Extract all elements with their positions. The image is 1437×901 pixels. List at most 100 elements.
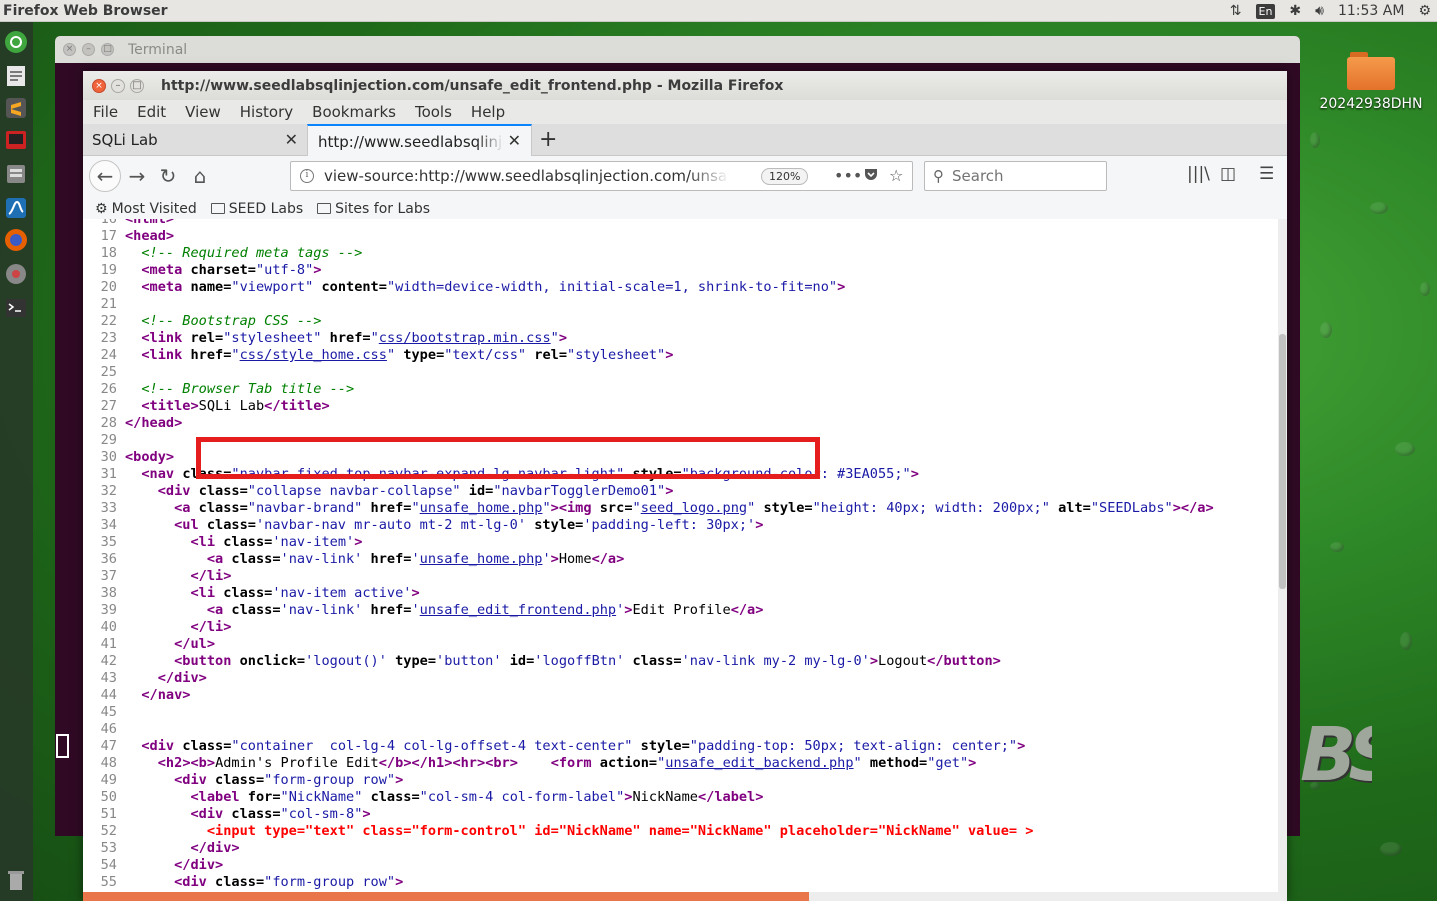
files-icon[interactable] xyxy=(4,162,28,186)
source-line: 16 <html> xyxy=(83,219,174,228)
terminal-icon[interactable] xyxy=(4,296,28,320)
menu-edit[interactable]: Edit xyxy=(137,103,176,121)
line-number: 52 xyxy=(100,823,117,839)
new-tab-icon[interactable]: + xyxy=(539,127,557,152)
zoom-level-badge[interactable]: 120% xyxy=(761,168,809,185)
maximize-icon[interactable]: □ xyxy=(130,78,144,93)
line-code: <input type="text" class="form-control" … xyxy=(125,823,1034,839)
close-icon[interactable]: × xyxy=(92,78,106,93)
menu-bookmarks[interactable]: Bookmarks xyxy=(312,103,406,121)
hamburger-menu-icon[interactable]: ☰ xyxy=(1259,164,1274,184)
info-icon[interactable]: i xyxy=(300,169,314,183)
launcher xyxy=(0,22,33,901)
close-tab-icon[interactable]: ✕ xyxy=(285,130,298,149)
text-editor-icon[interactable] xyxy=(4,64,28,88)
line-number: 49 xyxy=(100,772,117,788)
back-icon[interactable]: ← xyxy=(89,160,121,192)
page-actions-icon[interactable]: ••• xyxy=(834,166,862,185)
bookmark-seed-labs[interactable]: SEED Labs xyxy=(210,200,304,217)
menu-view[interactable]: View xyxy=(185,103,231,121)
line-number: 38 xyxy=(100,585,117,601)
desktop-folder[interactable]: 20242938DHN xyxy=(1316,52,1426,112)
minimize-icon[interactable]: – xyxy=(111,78,125,93)
network-transfer-icon[interactable]: ⇅ xyxy=(1230,3,1242,19)
source-line: 48 <h2><b>Admin's Profile Edit</b></h1><… xyxy=(83,755,977,772)
bookmark-sites-for-labs[interactable]: Sites for Labs xyxy=(317,201,430,217)
line-code: <!-- Browser Tab title --> xyxy=(141,381,355,397)
minimize-icon[interactable]: – xyxy=(82,43,95,56)
keyboard-layout-indicator[interactable]: En xyxy=(1255,3,1276,19)
close-icon[interactable]: × xyxy=(63,43,76,56)
line-code: <html> xyxy=(125,219,175,227)
forward-icon[interactable]: → xyxy=(123,162,151,190)
home-icon[interactable]: ⌂ xyxy=(186,162,214,190)
reload-icon[interactable]: ↻ xyxy=(154,162,182,190)
source-line: 36 <a class='nav-link' href='unsafe_home… xyxy=(83,551,625,568)
bluetooth-icon[interactable]: ✱ xyxy=(1289,3,1301,19)
line-code: <ul class='navbar-nav mr-auto mt-2 mt-lg… xyxy=(174,517,764,533)
line-code: <div class="col-sm-8"> xyxy=(190,806,371,822)
line-code: </head> xyxy=(125,415,183,431)
firefox-icon[interactable] xyxy=(4,228,28,252)
clock[interactable]: 11:53 AM xyxy=(1338,3,1404,19)
url-text[interactable]: view-source:http://www.seedlabsqlinjecti… xyxy=(324,167,729,185)
vertical-scrollbar[interactable] xyxy=(1278,219,1287,892)
source-line: 21 xyxy=(83,296,125,313)
url-bar[interactable]: i view-source:http://www.seedlabsqlinjec… xyxy=(290,161,913,191)
line-code: <link rel="stylesheet" href="css/bootstr… xyxy=(141,330,568,346)
menu-tools[interactable]: Tools xyxy=(415,103,462,121)
source-line: 44 </nav> xyxy=(83,687,191,704)
trash-icon[interactable] xyxy=(4,868,28,892)
line-number: 25 xyxy=(100,364,117,380)
source-line: 22 <!-- Bootstrap CSS --> xyxy=(83,313,322,330)
menu-help[interactable]: Help xyxy=(471,103,515,121)
volume-icon[interactable]: 🔊︎ xyxy=(1315,3,1324,19)
sublime-text-icon[interactable] xyxy=(4,96,28,120)
source-line: 29 xyxy=(83,432,125,449)
menu-history[interactable]: History xyxy=(240,103,303,121)
bookmark-most-visited[interactable]: ⚙ Most Visited xyxy=(95,201,197,217)
horizontal-scrollbar[interactable] xyxy=(83,892,1287,901)
page-source-view[interactable]: 16 <html> 17 <head> 18 <!-- Required meta ta… xyxy=(83,219,1278,892)
library-icon[interactable]: |||\ xyxy=(1187,164,1210,184)
source-line: 17 <head> xyxy=(83,228,174,245)
maximize-icon[interactable]: □ xyxy=(101,43,114,56)
source-line: 40 </li> xyxy=(83,619,232,636)
line-code: <head> xyxy=(125,228,175,244)
line-code: <div class="form-group row"> xyxy=(174,772,404,788)
line-number: 34 xyxy=(100,517,117,533)
wireshark-icon[interactable] xyxy=(4,196,28,220)
bookmark-star-icon[interactable]: ☆ xyxy=(889,166,903,185)
media-player-icon[interactable] xyxy=(4,128,28,152)
search-bar[interactable]: ⚲ Search xyxy=(924,161,1107,191)
source-line: 34 <ul class='navbar-nav mr-auto mt-2 mt… xyxy=(83,517,764,534)
line-number: 28 xyxy=(100,415,117,431)
source-line: 23 <link rel="stylesheet" href="css/boot… xyxy=(83,330,567,347)
bookmark-label: SEED Labs xyxy=(228,200,304,217)
firefox-titlebar[interactable]: × – □ http://www.seedlabsqlinjection.com… xyxy=(83,71,1287,100)
dash-home-icon[interactable] xyxy=(4,30,28,54)
scrollbar-thumb[interactable] xyxy=(1279,334,1286,589)
close-tab-icon[interactable]: ✕ xyxy=(508,131,521,150)
sidebar-icon[interactable]: ◫ xyxy=(1220,164,1236,184)
line-code: </nav> xyxy=(141,687,191,703)
line-number: 37 xyxy=(100,568,117,584)
line-code: <a class='nav-link' href='unsafe_home.ph… xyxy=(206,551,625,567)
terminal-cursor xyxy=(56,734,69,758)
desktop-folder-label: 20242938DHN xyxy=(1319,96,1423,112)
line-number: 54 xyxy=(100,857,117,873)
line-code: </div> xyxy=(157,670,207,686)
system-settings-icon[interactable] xyxy=(4,262,28,286)
scrollbar-thumb[interactable] xyxy=(83,892,809,901)
menu-file[interactable]: File xyxy=(93,103,128,121)
tab-view-source[interactable]: http://www.seedlabsqlinjection.com/unsaf… xyxy=(307,124,532,157)
settings-gear-icon[interactable]: ⚙ xyxy=(1418,3,1431,19)
tab-sqli-lab[interactable]: SQLi Lab ✕ xyxy=(83,124,304,156)
terminal-titlebar[interactable]: × – □ Terminal xyxy=(55,36,1300,63)
source-line: 20 <meta name="viewport" content="width=… xyxy=(83,279,846,296)
line-code: </li> xyxy=(190,619,232,635)
line-code: <li class='nav-item'> xyxy=(190,534,363,550)
line-code: <label for="NickName" class="col-sm-4 co… xyxy=(190,789,764,805)
pocket-icon[interactable] xyxy=(863,166,879,186)
line-number: 22 xyxy=(100,313,117,329)
